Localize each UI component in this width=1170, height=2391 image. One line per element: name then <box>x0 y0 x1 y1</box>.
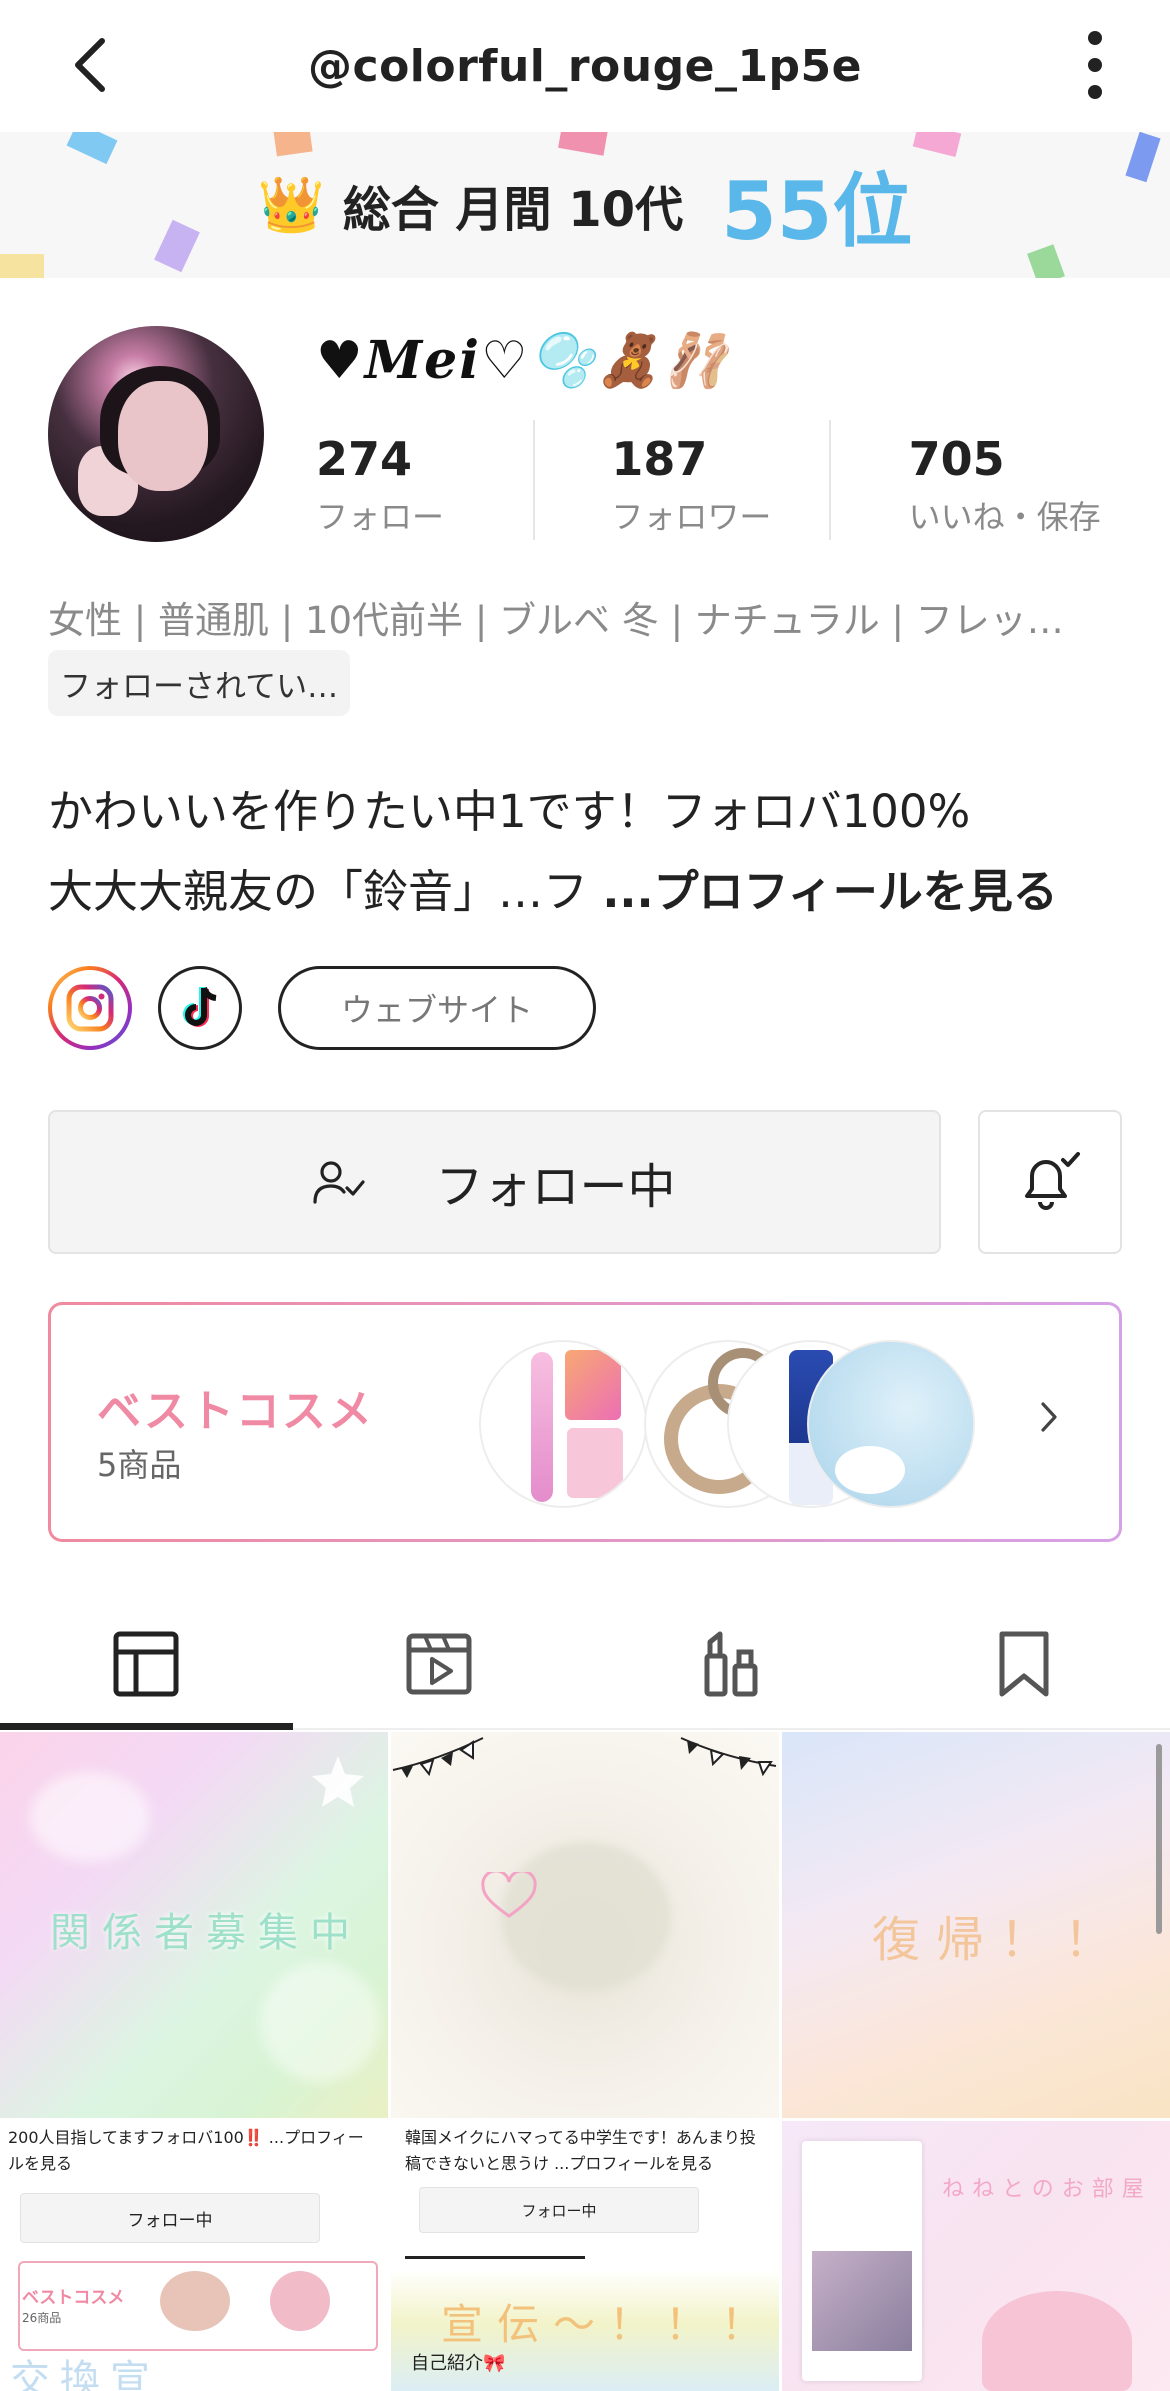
post-screen-intro: 自己紹介🎀 <box>411 2353 506 2374</box>
follows-you-badge: フォローされてい… <box>48 650 351 716</box>
post-screen-bio: 200人目指してますフォロバ100‼️ ...プロフィールを見る <box>8 2128 364 2173</box>
avatar[interactable] <box>48 326 264 542</box>
cosmetics-icon <box>704 1631 758 1697</box>
website-button[interactable]: ウェブサイト <box>278 966 596 1050</box>
content-tabs <box>0 1600 1170 1730</box>
confetti <box>66 132 118 165</box>
tab-posts[interactable] <box>0 1600 293 1730</box>
bio[interactable]: かわいいを作りたい中1です！フォロバ100% 大大大親友の「鈴音」…フ ...プ… <box>48 772 1138 932</box>
chevron-right-icon <box>1039 1400 1059 1438</box>
post-thumbnail[interactable] <box>391 1732 779 2118</box>
bio-see-more-link[interactable]: ...プロフィールを見る <box>602 865 1057 918</box>
stat-likes-saves[interactable]: 705 いいね・保存 <box>828 420 1126 540</box>
post-thumbnail[interactable]: 関係者募集中 <box>0 1732 388 2118</box>
post-thumbnail[interactable]: 200人目指してますフォロバ100‼️ ...プロフィールを見る フォロー中 ベ… <box>0 2121 388 2391</box>
notification-button[interactable] <box>978 1110 1122 1254</box>
post-caption: 関係者募集中 <box>50 1910 362 1956</box>
stat-value: 705 <box>908 432 1005 486</box>
best-cosme-card[interactable]: ベストコスメ 5商品 <box>48 1302 1122 1542</box>
best-cosme-thumbnails <box>479 1340 979 1508</box>
confetti <box>1125 132 1161 183</box>
more-options-button[interactable] <box>1070 30 1120 100</box>
scrollbar[interactable] <box>1156 1744 1162 1934</box>
video-icon <box>406 1633 472 1695</box>
bio-line: 大大大親友の「鈴音」…フ <box>48 865 603 918</box>
post-thumbnail[interactable]: 復帰！！ <box>782 1732 1170 2118</box>
product-thumbnail <box>479 1340 647 1508</box>
confetti <box>0 254 44 278</box>
user-check-icon <box>313 1161 366 1204</box>
more-vertical-icon <box>1088 31 1102 99</box>
tab-videos[interactable] <box>293 1600 586 1728</box>
bookmark-icon <box>999 1631 1049 1697</box>
stat-value: 187 <box>611 432 708 486</box>
stat-label: フォロワー <box>611 498 772 536</box>
ranking-banner[interactable]: 👑 総合 月間 10代 55位 <box>0 132 1170 278</box>
instagram-icon <box>66 984 114 1032</box>
best-cosme-inner: ベストコスメ 5商品 <box>51 1305 1119 1539</box>
bio-line: かわいいを作りたい中1です！フォロバ100% <box>48 785 971 838</box>
stat-label: いいね・保存 <box>908 498 1101 536</box>
tab-cosmetics[interactable] <box>585 1600 878 1728</box>
post-screen-follow: フォロー中 <box>20 2193 320 2243</box>
product-thumbnail <box>807 1340 975 1508</box>
ranking-label: 総合 月間 10代 <box>342 182 684 238</box>
post-screen-follow: フォロー中 <box>419 2187 699 2233</box>
back-button[interactable] <box>60 30 120 100</box>
star-icon <box>312 1756 364 1807</box>
crown-icon: 👑 <box>257 173 325 236</box>
confetti <box>154 219 200 273</box>
post-caption: 交換宣伝〜！！！ <box>10 2357 160 2391</box>
post-thumbnail[interactable]: 韓国メイクにハマってる中学生です！あんまり投稿できないと思うけ ...プロフィー… <box>391 2121 779 2391</box>
instagram-link[interactable] <box>48 966 132 1050</box>
post-thumbnail[interactable]: ねねとのお部屋 <box>782 2121 1170 2391</box>
stat-value: 274 <box>316 432 413 486</box>
stat-following[interactable]: 274 フォロー <box>316 420 533 540</box>
tab-saved[interactable] <box>878 1600 1170 1728</box>
stats-row: 274 フォロー 187 フォロワー 705 いいね・保存 <box>316 420 1126 540</box>
post-caption: ねねとのお部屋 <box>942 2177 1152 2202</box>
best-cosme-count: 5商品 <box>97 1446 182 1484</box>
ranking-content: 👑 総合 月間 10代 55位 <box>258 147 913 263</box>
post-screen-bc-title: ベストコスメ <box>22 2288 125 2308</box>
confetti <box>1027 244 1065 278</box>
heart-icon <box>481 1872 537 1918</box>
top-bar: @colorful_rouge_1p5e <box>0 0 1170 132</box>
post-caption: 宣伝〜！！！ <box>441 2300 778 2349</box>
tiktok-icon <box>183 986 217 1027</box>
post-caption: 復帰！！ <box>872 1912 1129 1968</box>
stat-label: フォロー <box>316 498 445 536</box>
ranking-value: 55位 <box>721 165 913 258</box>
bell-check-icon <box>1025 1152 1080 1210</box>
tiktok-link[interactable] <box>158 966 242 1050</box>
following-label: フォロー中 <box>435 1159 676 1215</box>
chevron-left-icon <box>75 38 105 92</box>
grid-icon <box>113 1631 179 1697</box>
best-cosme-title: ベストコスメ <box>97 1386 374 1437</box>
avatar-face <box>118 381 208 491</box>
bunting-icon <box>392 1737 777 1778</box>
social-links: ウェブサイト <box>48 965 596 1051</box>
post-grid: 関係者募集中 復帰！！ 200人目指してますフォロバ100‼️ ...プロフィー… <box>0 1732 1170 2391</box>
confetti <box>912 132 962 157</box>
profile-attributes[interactable]: 女性 | 普通肌 | 10代前半 | ブルベ 冬 | ナチュラル | フレッ… <box>48 590 1128 644</box>
profile-handle: @colorful_rouge_1p5e <box>307 40 863 92</box>
stat-followers[interactable]: 187 フォロワー <box>533 420 828 540</box>
post-screen-bio: 韓国メイクにハマってる中学生です！あんまり投稿できないと思うけ ...プロフィー… <box>405 2128 756 2173</box>
post-screen-bc-count: 26商品 <box>22 2311 62 2325</box>
following-button[interactable]: フォロー中 <box>48 1110 941 1254</box>
display-name: ♥𝑴𝒆𝒊♡🫧🧸🩰 <box>316 330 730 391</box>
